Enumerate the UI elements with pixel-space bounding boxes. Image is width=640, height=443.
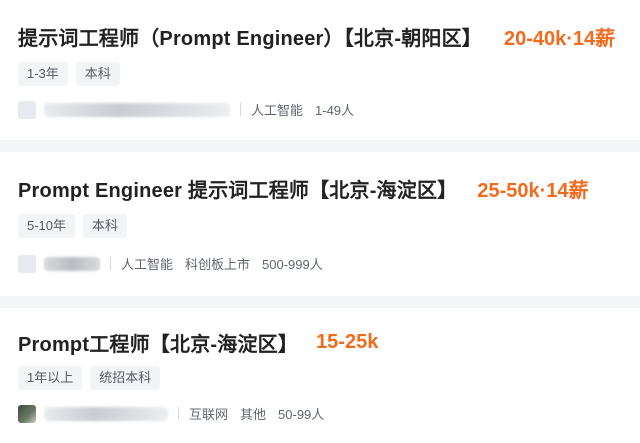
tag-experience: 5-10年 <box>18 214 76 238</box>
company-name-redacted <box>44 256 100 271</box>
tag-experience: 1年以上 <box>18 366 83 390</box>
company-industry: 人工智能 <box>251 103 304 118</box>
job-title-row: 提示词工程师（Prompt Engineer）【北京-朝阳区】 20-40k·1… <box>18 22 615 51</box>
job-card[interactable]: Prompt工程师【北京-海淀区】 15-25k 1年以上 统招本科 互联网 其… <box>0 308 640 443</box>
job-list: 提示词工程师（Prompt Engineer）【北京-朝阳区】 20-40k·1… <box>0 0 640 443</box>
job-title-row: Prompt工程师【北京-海淀区】 15-25k <box>18 328 378 357</box>
company-size: 50-99人 <box>278 407 325 422</box>
job-tags: 1年以上 统招本科 <box>18 366 161 390</box>
job-title[interactable]: 提示词工程师（Prompt Engineer）【北京-朝阳区】 <box>18 22 482 51</box>
company-name-redacted <box>44 102 230 117</box>
divider <box>240 103 241 116</box>
tag-education: 本科 <box>83 214 128 238</box>
job-salary: 15-25k <box>316 331 379 353</box>
company-industry: 人工智能 <box>121 257 174 272</box>
company-logo <box>18 404 36 423</box>
job-card[interactable]: Prompt Engineer 提示词工程师【北京-海淀区】 25-50k·14… <box>0 152 640 296</box>
company-size: 1-49人 <box>315 103 355 118</box>
job-salary: 25-50k·14薪 <box>477 180 589 202</box>
company-row[interactable]: 互联网 其他 50-99人 <box>18 404 336 423</box>
company-name-redacted <box>44 406 168 421</box>
company-size: 500-999人 <box>262 257 323 272</box>
company-row[interactable]: 人工智能 1-49人 <box>18 100 366 119</box>
tag-education: 统招本科 <box>90 366 161 390</box>
job-tags: 5-10年 本科 <box>18 214 128 238</box>
job-salary: 20-40k·14薪 <box>504 28 616 50</box>
job-title[interactable]: Prompt工程师【北京-海淀区】 <box>18 328 298 357</box>
divider <box>110 257 111 270</box>
tag-education: 本科 <box>75 62 120 86</box>
company-logo <box>18 100 36 119</box>
job-title-row: Prompt Engineer 提示词工程师【北京-海淀区】 25-50k·14… <box>18 174 589 203</box>
job-title[interactable]: Prompt Engineer 提示词工程师【北京-海淀区】 <box>18 174 457 203</box>
company-financing: 科创板上市 <box>185 257 251 272</box>
company-industry: 互联网 <box>189 407 229 422</box>
company-row[interactable]: 人工智能 科创板上市 500-999人 <box>18 254 335 273</box>
job-tags: 1-3年 本科 <box>18 62 120 86</box>
tag-experience: 1-3年 <box>18 62 68 86</box>
company-logo <box>18 254 36 273</box>
company-financing: 其他 <box>240 407 267 422</box>
divider <box>178 407 179 420</box>
job-card[interactable]: 提示词工程师（Prompt Engineer）【北京-朝阳区】 20-40k·1… <box>0 0 640 140</box>
